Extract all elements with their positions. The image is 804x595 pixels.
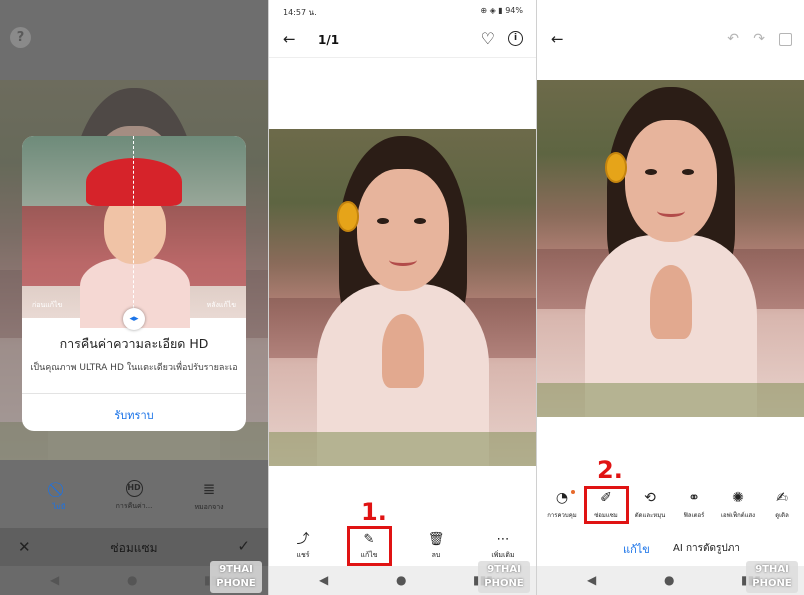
filter-icon: ⚭ [688,490,700,506]
tool-controls[interactable]: ◔ การควบคุม [539,490,585,520]
status-bar: 14:57 น. ⊕ ◈ ▮ 94% [269,0,536,22]
editor-tools: ◔ การควบคุม ✐ ซ่อมแซม ⟲ ตัดและหมุน ⚭ ฟิล… [537,490,804,524]
action-label: เพิ่มเติม [491,551,515,559]
option-label: หมอกจาง [194,503,224,511]
share-button[interactable]: ⤴ แชร์ [278,532,328,561]
highlight-repair-box [584,486,629,524]
tool-crop-rotate[interactable]: ⟲ ตัดและหมุน [627,490,673,520]
heart-icon[interactable]: ♡ [481,29,495,48]
option-hd-restore[interactable]: HD การคืนค่า... [99,480,169,512]
tool-light-effect[interactable]: ✺ เอฟเฟ็กต์แสง [715,490,761,520]
after-label: หลังแก้ไข [206,301,236,309]
redo-icon[interactable]: ↷ [753,31,765,47]
tool-filter[interactable]: ⚭ ฟิลเตอร์ [671,490,717,520]
tool-label: การควบคุม [547,512,577,519]
save-icon[interactable] [779,33,792,46]
nav-home-icon[interactable]: ● [664,573,674,587]
option-label: ไม่มี [52,503,66,511]
status-icons: ⊕ ◈ ▮ 94% [480,6,523,15]
photo-counter: 1/1 [318,33,340,47]
dialog-description: เป็นคุณภาพ ULTRA HD ในแตะเดียวเพื่อปรับร… [30,363,238,373]
sparkle-icon: ✺ [732,490,744,506]
hd-icon: HD [125,480,143,497]
tool-label: ฟิลเตอร์ [683,512,705,519]
nav-home-icon[interactable]: ● [127,573,137,587]
dialog-divider [22,393,246,394]
option-dehaze[interactable]: ≣ หมอกจาง [174,480,244,513]
action-label: แชร์ [296,551,310,559]
before-label: ก่อนแก้ไข [32,301,63,309]
step-2-label: 2. [597,456,623,484]
watermark-logo: 9THAI PHONE [210,561,262,593]
editor-top-bar: ← ↶ ↷ [537,24,804,58]
info-icon[interactable]: i [508,31,523,46]
acknowledge-button[interactable]: รับทราบ [22,406,246,424]
highlight-edit-box [347,526,392,566]
editor-modes: แก้ไข AI การตัดรูปภา [537,540,804,558]
check-icon[interactable]: ✓ [237,537,250,555]
undo-icon[interactable]: ↶ [727,31,739,47]
compare-slider-handle[interactable]: ◂▸ [123,308,145,330]
doodle-icon: ✍ [776,490,788,506]
photo-editor-screen: ← ↶ ↷ 2. ◔ การควบคุม ✐ ซ่อมแซม ⟲ ตัดและห… [536,0,804,595]
repair-screen: ? ก่อนแก้ไข หลังแก้ไข ◂▸ การคืนค่าความละ… [0,0,268,595]
share-icon: ⤴ [296,532,310,547]
option-label: การคืนค่า... [115,502,153,510]
nav-home-icon[interactable]: ● [396,573,406,587]
new-badge [571,490,575,494]
mode-ai-tab[interactable]: AI การตัดรูปภา [673,541,740,556]
option-none[interactable]: ⃠ ไม่มี [24,480,94,513]
watermark-logo: 9THAI PHONE [478,561,530,593]
tool-doodle[interactable]: ✍ ดูเดิล [759,490,804,520]
delete-button[interactable]: 🗑 ลบ [411,532,461,561]
nav-back-icon[interactable]: ◀ [587,573,596,587]
tool-label: ตัดและหมุน [634,512,666,519]
editing-photo[interactable] [537,80,804,417]
repair-options: ⃠ ไม่มี HD การคืนค่า... ≣ หมอกจาง [0,480,268,520]
back-arrow-icon[interactable]: ← [551,30,564,48]
main-photo[interactable] [269,129,536,466]
repair-title: ซ่อมแซม [110,541,158,555]
back-arrow-icon[interactable]: ← [283,30,296,48]
bulb-icon: ◔ [555,490,569,506]
none-icon: ⃠ [24,480,94,498]
nav-back-icon[interactable]: ◀ [319,573,328,587]
more-button[interactable]: ⋯ เพิ่มเติม [478,532,528,561]
step-1-label: 1. [361,498,387,526]
action-label: ลบ [431,551,441,559]
viewer-top-bar: ← 1/1 ♡ i [269,24,536,58]
watermark-logo: 9THAI PHONE [746,561,798,593]
help-icon[interactable]: ? [10,27,31,48]
haze-icon: ≣ [202,480,216,498]
crop-rotate-icon: ⟲ [644,490,656,506]
before-after-preview[interactable]: ก่อนแก้ไข หลังแก้ไข [22,136,246,328]
status-time: 14:57 น. [283,8,317,17]
tool-label: เอฟเฟ็กต์แสง [720,512,756,519]
more-icon: ⋯ [496,532,510,547]
dialog-title: การคืนค่าความละเอียด HD [59,336,209,351]
tool-label: ดูเดิล [775,512,789,519]
mode-edit-tab[interactable]: แก้ไข [623,540,650,558]
photo-viewer-screen: 14:57 น. ⊕ ◈ ▮ 94% ← 1/1 ♡ i 1. ⤴ แชร์ ✎… [268,0,536,595]
trash-icon: 🗑 [427,532,445,547]
nav-back-icon[interactable]: ◀ [50,573,59,587]
hd-restore-dialog: ก่อนแก้ไข หลังแก้ไข ◂▸ การคืนค่าความละเอ… [22,136,246,431]
